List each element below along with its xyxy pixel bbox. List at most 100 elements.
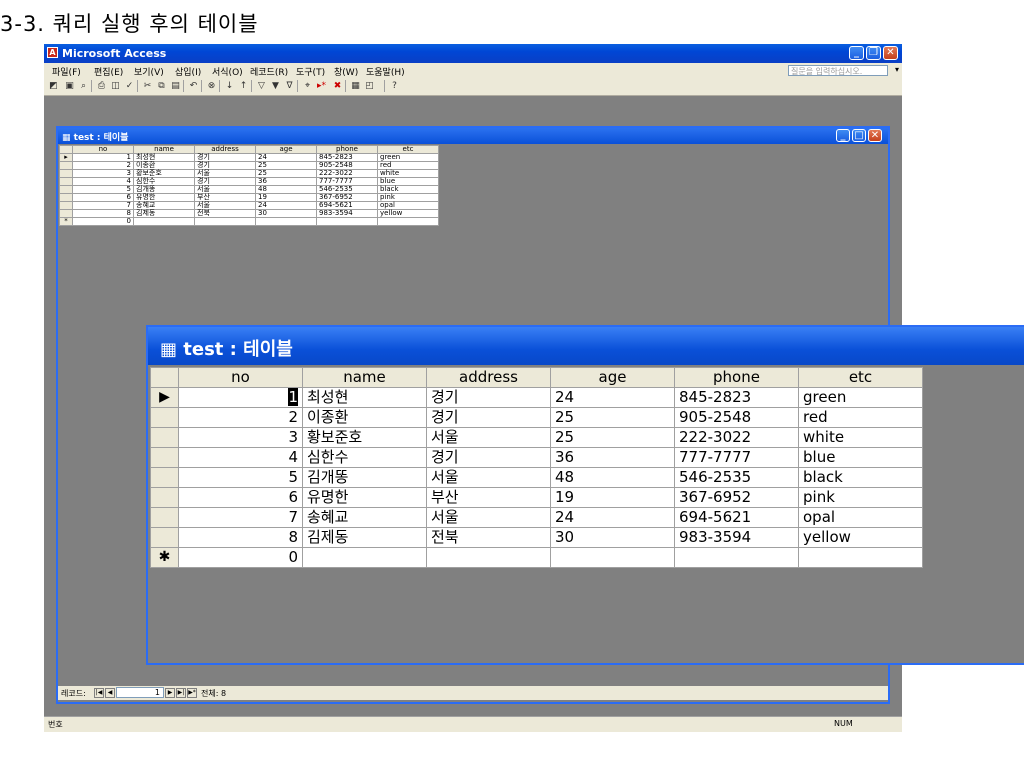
- menu-record[interactable]: 레코드(R): [250, 65, 288, 78]
- cell[interactable]: 김제동: [302, 527, 427, 548]
- cell[interactable]: green: [798, 387, 923, 408]
- table-row[interactable]: 3 황보준호 서울 25 222-3022 white: [150, 427, 923, 448]
- cell[interactable]: 서울: [426, 427, 551, 448]
- cell[interactable]: white: [798, 427, 923, 448]
- copy-icon[interactable]: ⧉: [156, 80, 167, 92]
- column-header-age[interactable]: age: [550, 367, 675, 388]
- cell[interactable]: 6: [178, 487, 303, 508]
- menu-view[interactable]: 보기(V): [134, 65, 164, 78]
- row-selector[interactable]: [150, 487, 179, 508]
- cell[interactable]: 8: [178, 527, 303, 548]
- row-selector[interactable]: [150, 427, 179, 448]
- save-icon[interactable]: ▣: [64, 80, 75, 92]
- cell[interactable]: 777-7777: [674, 447, 799, 468]
- cell[interactable]: 845-2823: [674, 387, 799, 408]
- row-selector[interactable]: [59, 201, 73, 210]
- print-preview-icon[interactable]: ◫: [110, 80, 121, 92]
- cell[interactable]: [377, 217, 439, 226]
- table-row[interactable]: 5 김개똥 서울 48 546-2535 black: [150, 467, 923, 488]
- cell[interactable]: 30: [550, 527, 675, 548]
- cell[interactable]: [133, 217, 195, 226]
- cell[interactable]: 24: [550, 387, 675, 408]
- cell[interactable]: 3: [72, 169, 134, 178]
- cell[interactable]: 983-3594: [316, 209, 378, 218]
- filter-by-form-icon[interactable]: ▼: [270, 80, 281, 92]
- cell[interactable]: 48: [550, 467, 675, 488]
- cell[interactable]: 905-2548: [674, 407, 799, 428]
- cell[interactable]: 222-3022: [674, 427, 799, 448]
- hyperlink-icon[interactable]: ⊗: [206, 80, 217, 92]
- cell[interactable]: 36: [550, 447, 675, 468]
- column-header-address[interactable]: address: [426, 367, 551, 388]
- cell[interactable]: 심한수: [302, 447, 427, 468]
- table-row[interactable]: 8 김제동 전북 30 983-3594 yellow: [59, 209, 439, 218]
- cell[interactable]: opal: [798, 507, 923, 528]
- cell[interactable]: 경기: [426, 387, 551, 408]
- menu-file[interactable]: 파일(F): [52, 65, 81, 78]
- row-selector-header[interactable]: [150, 367, 179, 388]
- restore-icon[interactable]: ❐: [866, 46, 881, 60]
- row-selector[interactable]: [59, 185, 73, 194]
- spelling-icon[interactable]: ✓: [124, 80, 135, 92]
- cell[interactable]: 694-5621: [674, 507, 799, 528]
- cell[interactable]: black: [798, 467, 923, 488]
- previous-record-icon[interactable]: ◀: [105, 688, 115, 698]
- cell[interactable]: 부산: [426, 487, 551, 508]
- cell[interactable]: 유명한: [302, 487, 427, 508]
- cell[interactable]: 송혜교: [302, 507, 427, 528]
- cell[interactable]: pink: [798, 487, 923, 508]
- cell[interactable]: 3: [178, 427, 303, 448]
- paste-icon[interactable]: ▤: [170, 80, 181, 92]
- new-record-icon[interactable]: *: [59, 217, 73, 226]
- cell[interactable]: 25: [550, 407, 675, 428]
- cell[interactable]: [302, 547, 427, 568]
- cell[interactable]: 1: [72, 153, 134, 162]
- row-selector[interactable]: [150, 467, 179, 488]
- cut-icon[interactable]: ✂: [142, 80, 153, 92]
- menu-tools[interactable]: 도구(T): [296, 65, 325, 78]
- row-selector[interactable]: [59, 169, 73, 178]
- last-record-icon[interactable]: ▶|: [176, 688, 186, 698]
- cell[interactable]: blue: [798, 447, 923, 468]
- cell[interactable]: [194, 217, 256, 226]
- cell[interactable]: 30: [255, 209, 317, 218]
- apply-filter-icon[interactable]: ∇: [284, 80, 295, 92]
- current-record-field[interactable]: 1: [116, 687, 164, 698]
- table-row[interactable]: 7 송혜교 서울 24 694-5621 opal: [150, 507, 923, 528]
- ask-question-input[interactable]: 질문을 입력하십시오.: [788, 65, 888, 76]
- row-selector[interactable]: [150, 407, 179, 428]
- cell[interactable]: 황보준호: [302, 427, 427, 448]
- cell[interactable]: [316, 217, 378, 226]
- cell[interactable]: 2: [72, 161, 134, 170]
- cell[interactable]: [426, 547, 551, 568]
- current-record-icon[interactable]: ▸: [59, 153, 73, 162]
- cell[interactable]: 546-2535: [674, 467, 799, 488]
- row-selector[interactable]: [59, 161, 73, 170]
- ask-dropdown-icon[interactable]: ▾: [895, 65, 899, 74]
- column-header-etc[interactable]: etc: [798, 367, 923, 388]
- cell[interactable]: 서울: [426, 507, 551, 528]
- filter-by-selection-icon[interactable]: ▽: [256, 80, 267, 92]
- cell[interactable]: 김개똥: [302, 467, 427, 488]
- new-record-row[interactable]: * 0: [59, 217, 439, 226]
- help-icon[interactable]: ?: [389, 80, 400, 92]
- cell[interactable]: 5: [72, 185, 134, 194]
- next-record-icon[interactable]: ▶: [165, 688, 175, 698]
- cell[interactable]: 서울: [426, 467, 551, 488]
- cell[interactable]: [674, 547, 799, 568]
- cell[interactable]: 경기: [426, 447, 551, 468]
- cell[interactable]: 24: [550, 507, 675, 528]
- cell[interactable]: 7: [72, 201, 134, 210]
- cell[interactable]: 0: [72, 217, 134, 226]
- column-header-name[interactable]: name: [302, 367, 427, 388]
- new-record-icon[interactable]: ▸*: [316, 80, 327, 92]
- new-object-icon[interactable]: ◰: [364, 80, 375, 92]
- row-selector[interactable]: [59, 177, 73, 186]
- cell[interactable]: 경기: [426, 407, 551, 428]
- column-header[interactable]: no: [72, 145, 134, 154]
- menu-window[interactable]: 창(W): [334, 65, 358, 78]
- table-row[interactable]: 8 김제동 전북 30 983-3594 yellow: [150, 527, 923, 548]
- cell[interactable]: 최성현: [302, 387, 427, 408]
- database-window-icon[interactable]: ▦: [350, 80, 361, 92]
- row-selector[interactable]: [150, 447, 179, 468]
